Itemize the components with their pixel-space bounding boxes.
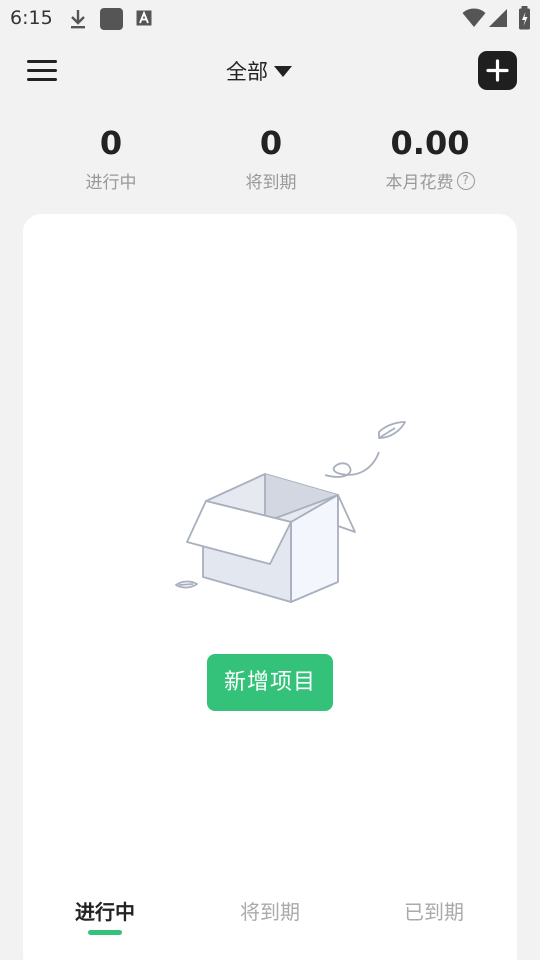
tab-in-progress[interactable]: 进行中 <box>45 896 165 925</box>
filter-dropdown[interactable]: 全部 <box>226 55 292 87</box>
help-icon[interactable]: ? <box>456 171 475 190</box>
active-tab-indicator <box>88 930 122 935</box>
signal-icon <box>489 9 507 27</box>
status-bar: 6:15 <box>0 0 540 36</box>
font-a-icon <box>136 10 152 26</box>
stat-label: 本月花费 <box>385 173 454 193</box>
stat-in-progress: 0 进行中 <box>31 124 191 193</box>
stat-label: 将到期 <box>245 173 297 193</box>
menu-button[interactable] <box>27 58 59 84</box>
status-time: 6:15 <box>10 7 53 29</box>
hamburger-line <box>27 78 57 81</box>
battery-charging-icon <box>519 6 530 30</box>
add-button[interactable] <box>478 51 517 90</box>
add-project-button[interactable]: 新增项目 <box>207 654 333 711</box>
content-card: 新增项目 进行中 将到期 已到期 <box>23 214 517 960</box>
stat-label: 进行中 <box>85 173 137 193</box>
filter-label: 全部 <box>226 60 268 84</box>
app-square-icon <box>100 8 123 30</box>
download-icon <box>71 10 85 29</box>
stat-label-row: 本月花费 ? <box>386 168 475 193</box>
stat-expiring-soon: 0 将到期 <box>191 124 351 193</box>
stat-value: 0 <box>99 124 123 162</box>
tab-expiring-soon[interactable]: 将到期 <box>210 896 330 925</box>
tab-expired[interactable]: 已到期 <box>374 896 494 925</box>
wifi-icon <box>462 8 486 27</box>
stat-monthly-spend: 0.00 本月花费 ? <box>350 124 510 193</box>
caret-down-icon <box>274 65 292 77</box>
open-box-illustration <box>175 421 406 603</box>
plus-icon <box>486 59 509 82</box>
hamburger-menu-icon <box>27 60 57 63</box>
hamburger-line <box>27 69 57 72</box>
app-screen: 6:15 全部 0 进行中 0 将到期 0.00 本月花费 ? 新增项目 进行中… <box>0 0 540 960</box>
stat-value: 0 <box>259 124 283 162</box>
stat-value: 0.00 <box>390 124 470 162</box>
